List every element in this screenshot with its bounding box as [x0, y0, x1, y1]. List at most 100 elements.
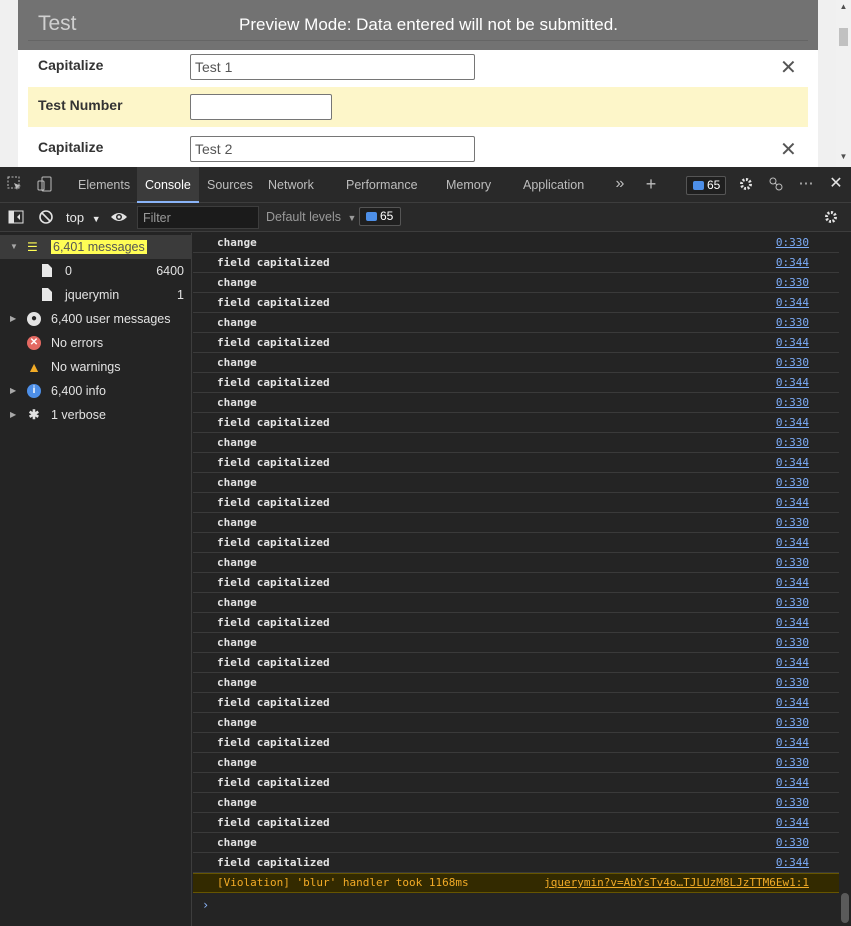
field-label: Capitalize: [38, 57, 104, 73]
log-source-link[interactable]: 0:344: [776, 373, 809, 392]
log-source-link[interactable]: 0:330: [776, 553, 809, 572]
log-source-link[interactable]: 0:330: [776, 793, 809, 812]
sidebar-item-file-0[interactable]: 0 6400: [0, 259, 192, 283]
log-entry: field capitalized 0:344: [193, 853, 839, 873]
log-source-link[interactable]: 0:330: [776, 673, 809, 692]
log-source-link[interactable]: 0:330: [776, 313, 809, 332]
capitalize-input-2[interactable]: [190, 136, 475, 162]
tab-memory[interactable]: Memory: [446, 167, 491, 203]
log-source-link[interactable]: 0:330: [776, 593, 809, 612]
error-icon: ✕: [27, 336, 41, 350]
log-message: change: [217, 396, 257, 409]
clear-console-icon[interactable]: [37, 208, 55, 226]
settings-gear-icon[interactable]: [737, 175, 755, 193]
sidebar-item-info[interactable]: ▶ i 6,400 info: [0, 379, 192, 403]
log-source-link[interactable]: 0:330: [776, 753, 809, 772]
log-source-link[interactable]: 0:330: [776, 833, 809, 852]
log-message: field capitalized: [217, 656, 330, 669]
console-scroll-thumb[interactable]: [841, 893, 849, 923]
log-source-link[interactable]: 0:330: [776, 433, 809, 452]
sidebar-item-verbose[interactable]: ▶ ✱ 1 verbose: [0, 403, 192, 427]
console-settings-gear-icon[interactable]: [822, 208, 840, 226]
tab-network[interactable]: Network: [268, 167, 314, 203]
log-source-link[interactable]: 0:344: [776, 773, 809, 792]
tab-performance[interactable]: Performance: [346, 167, 418, 203]
log-source-link[interactable]: 0:330: [776, 393, 809, 412]
remote-devices-icon[interactable]: [767, 175, 785, 193]
log-source-link[interactable]: 0:344: [776, 613, 809, 632]
log-source-link[interactable]: 0:344: [776, 333, 809, 352]
remove-field-icon[interactable]: ✕: [780, 55, 797, 80]
page-scrollbar[interactable]: ▲ ▼: [836, 0, 851, 167]
violation-source-link[interactable]: jquerymin?v=AbYsTv4o…TJLUzM8LJzTTM6Ew1:1: [544, 874, 809, 892]
log-source-link[interactable]: 0:344: [776, 413, 809, 432]
live-expression-eye-icon[interactable]: [110, 208, 128, 226]
sidebar-item-warnings[interactable]: ▲ No warnings: [0, 355, 192, 379]
test-number-input[interactable]: [190, 94, 332, 120]
log-message: field capitalized: [217, 376, 330, 389]
collapsed-arrow-icon[interactable]: ▶: [10, 307, 16, 331]
log-source-link[interactable]: 0:344: [776, 453, 809, 472]
add-tab-icon[interactable]: +: [642, 175, 660, 193]
log-source-link[interactable]: 0:344: [776, 853, 809, 872]
issues-badge[interactable]: 65: [686, 176, 726, 195]
log-levels-select[interactable]: Default levels ▼: [266, 207, 356, 228]
sidebar-item-errors[interactable]: ✕ No errors: [0, 331, 192, 355]
log-message: field capitalized: [217, 536, 330, 549]
toolbar-issues-badge[interactable]: 65: [359, 207, 401, 226]
console-scrollbar[interactable]: [839, 233, 851, 926]
log-source-link[interactable]: 0:344: [776, 693, 809, 712]
log-source-link[interactable]: 0:330: [776, 473, 809, 492]
log-source-link[interactable]: 0:330: [776, 513, 809, 532]
log-source-link[interactable]: 0:344: [776, 573, 809, 592]
file-icon: [42, 288, 52, 301]
device-toolbar-icon[interactable]: [36, 175, 54, 193]
inspect-element-icon[interactable]: [6, 175, 24, 193]
close-devtools-icon[interactable]: ✕: [827, 175, 845, 193]
log-source-link[interactable]: 0:344: [776, 253, 809, 272]
console-prompt[interactable]: ›: [193, 894, 839, 916]
log-source-link[interactable]: 0:330: [776, 633, 809, 652]
sidebar-item-file-jquerymin[interactable]: jquerymin 1: [0, 283, 192, 307]
show-sidebar-icon[interactable]: [7, 208, 25, 226]
log-message: change: [217, 716, 257, 729]
tab-console[interactable]: Console: [137, 167, 199, 203]
log-entry: field capitalized 0:344: [193, 373, 839, 393]
log-source-link[interactable]: 0:344: [776, 493, 809, 512]
capitalize-input-1[interactable]: [190, 54, 475, 80]
filter-input[interactable]: [137, 206, 259, 229]
scroll-down-arrow-icon[interactable]: ▼: [836, 152, 851, 162]
log-source-link[interactable]: 0:344: [776, 733, 809, 752]
sidebar-item-user-messages[interactable]: ▶ ● 6,400 user messages: [0, 307, 192, 331]
log-entry: change 0:330: [193, 353, 839, 373]
tab-sources[interactable]: Sources: [207, 167, 253, 203]
log-source-link[interactable]: 0:344: [776, 813, 809, 832]
bug-icon: ✱: [28, 407, 40, 422]
field-label: Capitalize: [38, 139, 104, 155]
log-source-link[interactable]: 0:330: [776, 353, 809, 372]
log-source-link[interactable]: 0:344: [776, 293, 809, 312]
log-source-link[interactable]: 0:344: [776, 533, 809, 552]
tab-elements[interactable]: Elements: [78, 167, 130, 203]
user-icon: ●: [27, 312, 41, 326]
log-source-link[interactable]: 0:330: [776, 273, 809, 292]
log-message: change: [217, 356, 257, 369]
more-options-icon[interactable]: ⋯: [797, 175, 815, 193]
page-scroll-thumb[interactable]: [839, 28, 848, 46]
console-toolbar: top ▼ Default levels ▼ 65: [0, 203, 851, 232]
log-entry: field capitalized 0:344: [193, 693, 839, 713]
tab-application[interactable]: Application: [523, 167, 584, 203]
more-tabs-icon[interactable]: »: [611, 175, 629, 193]
sidebar-item-label: 6,401 messages: [51, 240, 147, 254]
collapsed-arrow-icon[interactable]: ▶: [10, 379, 16, 403]
remove-field-icon[interactable]: ✕: [780, 137, 797, 162]
scroll-up-arrow-icon[interactable]: ▲: [836, 2, 851, 12]
execution-context-select[interactable]: top ▼: [62, 207, 105, 228]
collapsed-arrow-icon[interactable]: ▶: [10, 403, 16, 427]
expanded-arrow-icon[interactable]: ▼: [10, 235, 18, 259]
sidebar-item-messages[interactable]: ▼ ☰ 6,401 messages: [0, 235, 192, 259]
log-source-link[interactable]: 0:330: [776, 713, 809, 732]
log-source-link[interactable]: 0:344: [776, 653, 809, 672]
log-source-link[interactable]: 0:330: [776, 233, 809, 252]
file-count: 1: [177, 288, 184, 302]
